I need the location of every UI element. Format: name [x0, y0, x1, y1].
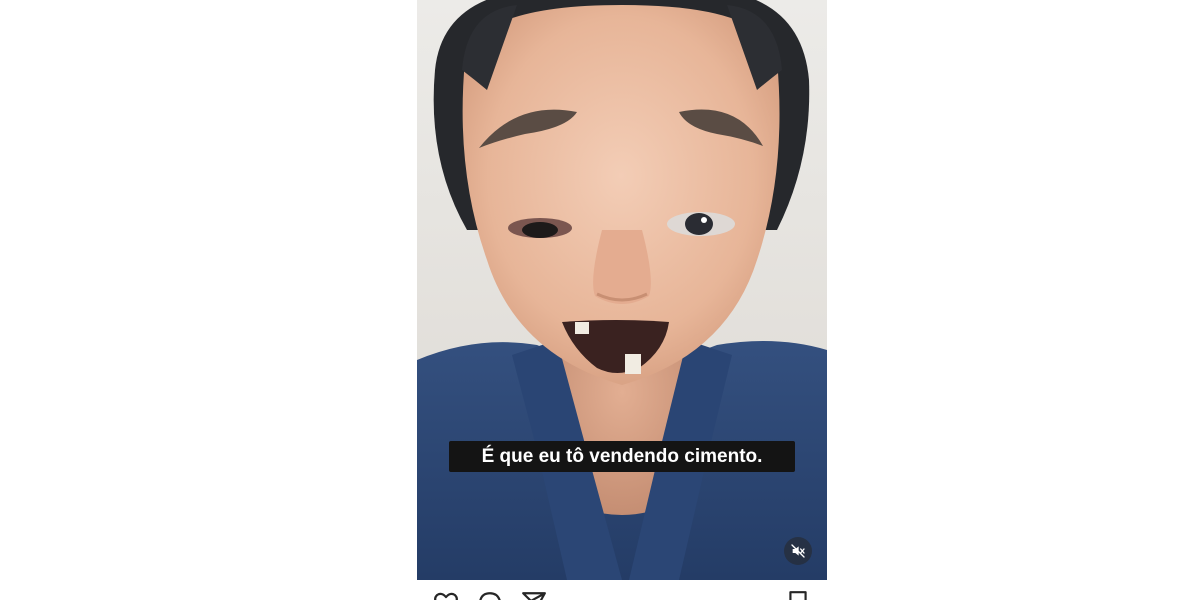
share-icon	[522, 592, 546, 600]
comment-icon	[479, 592, 501, 600]
save-button[interactable]	[785, 590, 811, 600]
comment-button[interactable]	[477, 590, 503, 600]
video-frame	[417, 0, 827, 580]
post-action-bar	[417, 580, 827, 600]
speaker-muted-icon	[791, 544, 805, 558]
share-button[interactable]	[521, 590, 547, 600]
mute-toggle-button[interactable]	[784, 537, 812, 565]
post-page: É que eu tô vendendo cimento.	[0, 0, 1200, 600]
subtitle-caption: É que eu tô vendendo cimento.	[449, 441, 795, 472]
heart-icon	[434, 592, 458, 600]
video-player[interactable]: É que eu tô vendendo cimento.	[417, 0, 827, 580]
bookmark-icon	[789, 591, 807, 600]
like-button[interactable]	[433, 590, 459, 600]
